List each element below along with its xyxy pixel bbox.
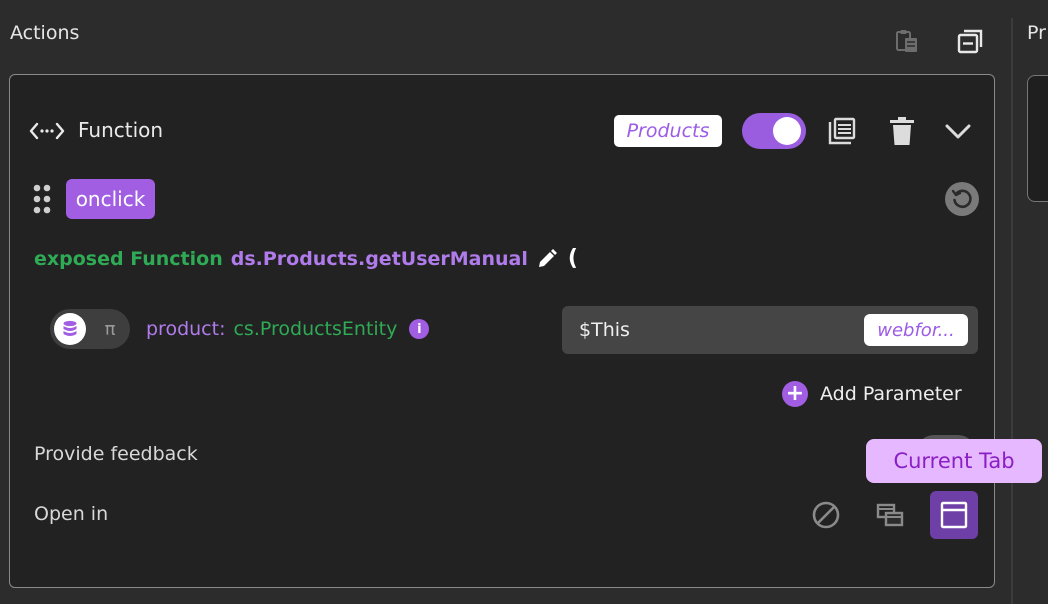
paste-icon[interactable] [892, 26, 922, 56]
prohibited-icon [812, 501, 840, 529]
duplicate-icon[interactable] [825, 114, 859, 148]
param-mode-switch[interactable]: π [50, 309, 130, 349]
add-parameter-label: Add Parameter [820, 383, 962, 405]
drag-handle-icon[interactable] [32, 184, 52, 214]
toggle-knob [773, 117, 801, 145]
open-new-tab-button[interactable] [866, 491, 914, 539]
parameter-source-badge[interactable]: webfor... [864, 314, 968, 346]
panel-title: Actions [10, 22, 80, 44]
parameter-type: cs.ProductsEntity [233, 318, 398, 340]
new-tab-icon [876, 503, 904, 527]
database-icon [54, 313, 86, 345]
plus-circle-icon: + [782, 381, 808, 407]
pencil-icon[interactable] [536, 248, 558, 270]
current-tab-icon [940, 501, 968, 529]
info-icon[interactable]: i [409, 319, 430, 339]
method-name[interactable]: ds.Products.getUserManual [231, 248, 528, 270]
parameter-label: product: cs.ProductsEntity i [146, 318, 430, 340]
function-signature: exposed Function ds.Products.getUserManu… [34, 246, 578, 271]
add-parameter-button[interactable]: + Add Parameter [782, 381, 962, 407]
open-in-label: Open in [34, 503, 109, 525]
pi-icon: π [104, 318, 116, 340]
open-in-tooltip: Current Tab [866, 439, 1042, 483]
enabled-toggle[interactable] [742, 113, 806, 149]
reset-icon[interactable] [945, 182, 979, 216]
function-code-icon [29, 118, 65, 144]
exposed-label: exposed Function [34, 247, 223, 270]
provide-feedback-label: Provide feedback [34, 443, 198, 465]
collapse-all-icon[interactable] [955, 26, 985, 56]
panel-divider [1011, 18, 1013, 604]
parameter-value-field[interactable]: $This webfor... [562, 306, 978, 354]
open-paren: ( [567, 246, 578, 271]
trash-icon[interactable] [885, 114, 919, 148]
chevron-down-icon[interactable] [941, 114, 975, 148]
parameter-value: $This [579, 319, 630, 341]
open-none-button[interactable] [802, 491, 850, 539]
datasource-badge[interactable]: Products [614, 115, 722, 147]
open-current-tab-button[interactable] [930, 491, 978, 539]
event-tag[interactable]: onclick [66, 179, 155, 219]
parameter-name: product: [146, 318, 226, 340]
right-panel-box [1027, 75, 1048, 202]
right-panel-label: Pr [1027, 22, 1046, 44]
action-type-label: Function [78, 118, 164, 142]
